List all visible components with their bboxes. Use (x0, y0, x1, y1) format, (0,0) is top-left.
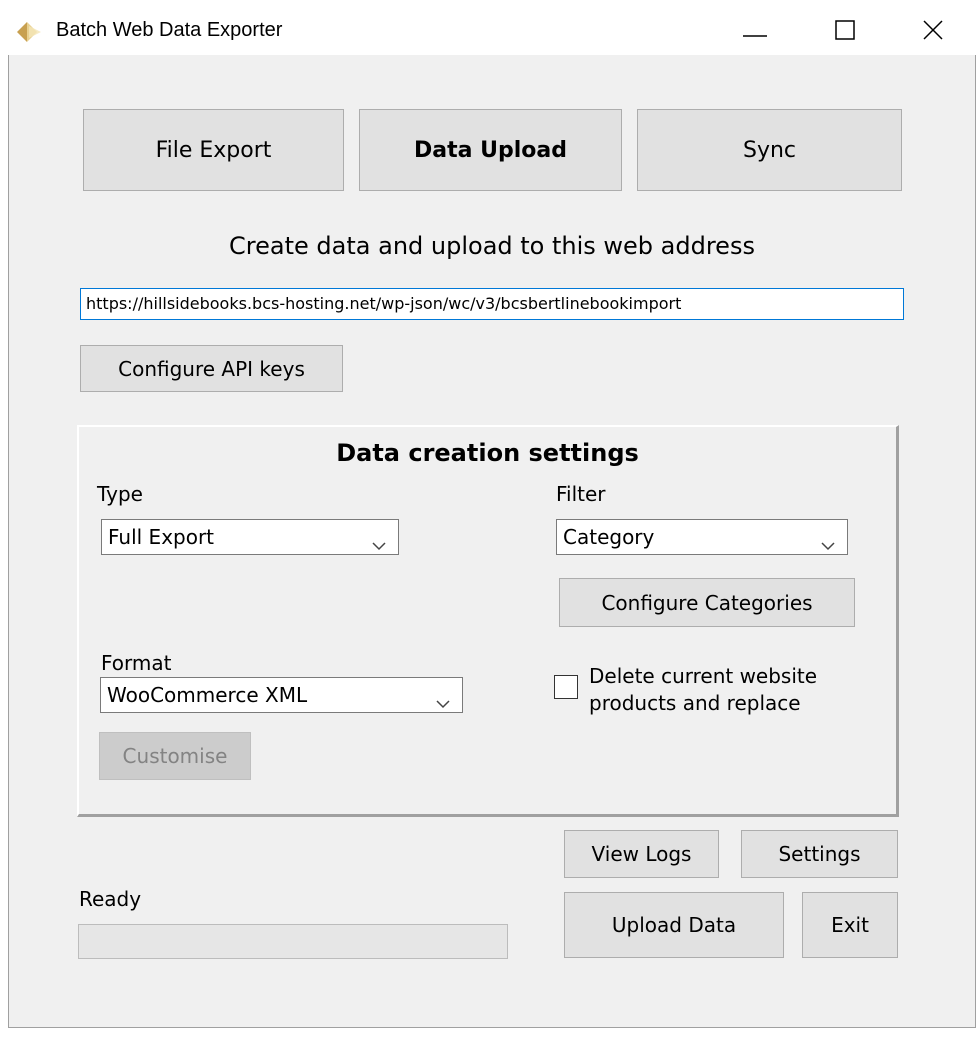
group-title: Data creation settings (336, 439, 639, 467)
format-select[interactable]: WooCommerce XML (100, 677, 463, 713)
chevron-down-icon (436, 690, 450, 709)
format-select-value: WooCommerce XML (107, 683, 308, 707)
filter-label: Filter (556, 482, 606, 506)
maximize-icon (835, 20, 855, 44)
filter-select-value: Category (563, 525, 655, 549)
type-select-value: Full Export (108, 525, 215, 549)
delete-products-label-line2: products and replace (589, 691, 801, 715)
customise-button[interactable]: Customise (99, 732, 251, 780)
settings-button[interactable]: Settings (741, 830, 898, 878)
view-logs-button[interactable]: View Logs (564, 830, 719, 878)
data-creation-settings-group: Data creation settings Type Full Export … (77, 425, 899, 817)
upload-url-input[interactable]: https://hillsidebooks.bcs-hosting.net/wp… (80, 288, 904, 320)
filter-select[interactable]: Category (556, 519, 848, 555)
format-label: Format (101, 651, 172, 675)
type-label: Type (97, 482, 143, 506)
type-select[interactable]: Full Export (101, 519, 399, 555)
delete-products-checkbox[interactable] (554, 675, 578, 699)
delete-products-label-line1: Delete current website (589, 664, 818, 688)
tab-file-export[interactable]: File Export (83, 109, 344, 191)
app-diamond-icon (17, 20, 45, 44)
progress-bar (78, 924, 508, 959)
close-icon (923, 20, 943, 44)
chevron-down-icon (372, 532, 386, 551)
status-text: Ready (79, 887, 142, 911)
upload-heading: Create data and upload to this web addre… (229, 232, 755, 260)
chevron-down-icon (821, 532, 835, 551)
tab-sync[interactable]: Sync (637, 109, 902, 191)
configure-api-keys-button[interactable]: Configure API keys (80, 345, 343, 392)
tab-data-upload[interactable]: Data Upload (359, 109, 622, 191)
minimize-icon (743, 23, 767, 42)
window-client-area: File Export Data Upload Sync Create data… (8, 55, 976, 1028)
exit-button[interactable]: Exit (802, 892, 898, 958)
window-title: Batch Web Data Exporter (56, 19, 283, 41)
configure-categories-button[interactable]: Configure Categories (559, 578, 855, 627)
upload-data-button[interactable]: Upload Data (564, 892, 784, 958)
delete-products-label: Delete current website products and repl… (589, 663, 817, 717)
